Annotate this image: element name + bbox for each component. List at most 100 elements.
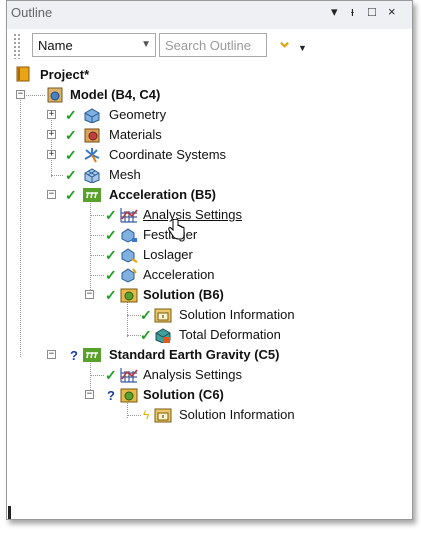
collapse-toggle[interactable]: − <box>85 390 94 399</box>
model-icon <box>47 87 63 103</box>
toolbar-grip[interactable] <box>13 33 21 59</box>
static-structural-icon <box>83 348 101 362</box>
tree-row-acceleration[interactable]: ✓ Acceleration <box>7 265 407 285</box>
outline-toolbar: Name ▼ Search Outline ⌄ ▼ <box>7 29 412 65</box>
tree-line <box>127 335 141 337</box>
tree-row-solution-information-b6[interactable]: ✓ Solution Information <box>7 305 407 325</box>
check-icon: ✓ <box>65 187 77 203</box>
panel-titlebar: Outline ▾ ᵻ □ × <box>7 1 412 29</box>
tree-line <box>127 415 141 417</box>
dropdown-arrow-button[interactable]: ▾ <box>331 4 338 20</box>
question-icon: ? <box>70 348 78 363</box>
tree-row-mesh[interactable]: ✓ Mesh <box>7 165 407 185</box>
search-input[interactable]: Search Outline <box>159 33 267 57</box>
tree-row-acceleration-b5[interactable]: − ✓ Acceleration (B5) <box>7 185 407 205</box>
tree-row-geometry[interactable]: + ✓ Geometry <box>7 105 407 125</box>
tree-label-loslager: Loslager <box>143 247 193 262</box>
check-icon: ✓ <box>65 147 77 163</box>
collapse-toggle[interactable]: − <box>47 350 56 359</box>
outline-panel: Outline ▾ ᵻ □ × Name ▼ Search Outline ⌄ … <box>6 0 413 520</box>
solution-icon <box>120 388 138 403</box>
solution-icon <box>120 288 138 303</box>
static-structural-icon <box>83 188 101 202</box>
tree-label-solution-information-c6: Solution Information <box>179 407 295 422</box>
collapse-toggle[interactable]: − <box>16 90 25 99</box>
outline-tree: Project* − Model (B4, C4) + ✓ Geometry +… <box>7 65 412 519</box>
solution-information-icon <box>154 308 172 323</box>
tree-label-standard-earth-gravity: Standard Earth Gravity (C5) <box>109 347 280 362</box>
check-icon: ✓ <box>65 127 77 143</box>
tree-label-coordinate-systems: Coordinate Systems <box>109 147 227 162</box>
tree-line <box>90 235 104 237</box>
maximize-button[interactable]: □ <box>368 4 376 19</box>
search-placeholder: Search Outline <box>165 38 251 53</box>
expand-toggle[interactable]: + <box>47 150 56 159</box>
check-icon: ✓ <box>140 327 152 343</box>
close-button[interactable]: × <box>388 4 396 19</box>
check-icon: ✓ <box>105 227 117 243</box>
check-icon: ✓ <box>65 167 77 183</box>
check-icon: ✓ <box>140 307 152 323</box>
mesh-icon <box>84 168 100 183</box>
tree-row-analysis-settings-c5[interactable]: ✓ Analysis Settings <box>7 365 407 385</box>
resize-handle[interactable] <box>8 506 11 519</box>
tree-row-project[interactable]: Project* <box>7 65 407 85</box>
tree-row-solution-c6[interactable]: − ? Solution (C6) <box>7 385 407 405</box>
panel-title: Outline <box>11 5 53 20</box>
collapse-toggle[interactable]: − <box>85 290 94 299</box>
expand-options-icon[interactable]: ⌄ <box>277 31 292 52</box>
tree-row-model[interactable]: − Model (B4, C4) <box>7 85 407 105</box>
check-icon: ✓ <box>105 247 117 263</box>
tree-label-solution-b6: Solution (B6) <box>143 287 224 302</box>
tree-label-acceleration: Acceleration <box>143 267 215 282</box>
tree-label-acceleration-b5: Acceleration (B5) <box>109 187 216 202</box>
question-icon: ? <box>107 388 115 403</box>
support-icon <box>121 248 138 263</box>
analysis-settings-icon <box>120 368 138 383</box>
tree-row-loslager[interactable]: ✓ Loslager <box>7 245 407 265</box>
tree-row-total-deformation[interactable]: ✓ Total Deformation <box>7 325 407 345</box>
pin-button[interactable]: ᵻ <box>351 4 354 19</box>
tree-label-solution-information-b6: Solution Information <box>179 307 295 322</box>
tree-label-geometry: Geometry <box>109 107 167 122</box>
tree-label-analysis-settings-b5: Analysis Settings <box>143 207 242 222</box>
geometry-icon <box>84 108 100 123</box>
options-dropdown-icon[interactable]: ▼ <box>298 43 307 53</box>
solution-information-icon <box>154 408 172 423</box>
tree-label-project: Project* <box>40 67 90 82</box>
check-icon: ✓ <box>105 207 117 223</box>
tree-row-solution-b6[interactable]: − ✓ Solution (B6) <box>7 285 407 305</box>
check-icon: ✓ <box>105 267 117 283</box>
hand-cursor-icon <box>168 219 185 240</box>
check-icon: ✓ <box>105 287 117 303</box>
tree-row-coordinate-systems[interactable]: + ✓ Coordinate Systems <box>7 145 407 165</box>
tree-label-materials: Materials <box>109 127 162 142</box>
chevron-down-icon: ▼ <box>141 39 151 50</box>
tree-line <box>90 215 104 217</box>
materials-icon <box>84 128 100 143</box>
sort-select[interactable]: Name ▼ <box>32 33 156 57</box>
tree-label-solution-c6: Solution (C6) <box>143 387 224 402</box>
collapse-toggle[interactable]: − <box>47 190 56 199</box>
tree-line <box>90 375 104 377</box>
tree-line <box>90 255 104 257</box>
total-deformation-icon <box>155 328 171 343</box>
book-icon <box>16 66 30 82</box>
tree-row-festlager[interactable]: ✓ Festlager <box>7 225 407 245</box>
tree-row-standard-earth-gravity[interactable]: − ? Standard Earth Gravity (C5) <box>7 345 407 365</box>
lightning-icon: ϟ <box>143 408 150 422</box>
tree-line <box>127 315 141 317</box>
expand-toggle[interactable]: + <box>47 110 56 119</box>
acceleration-icon <box>121 268 137 283</box>
tree-label-mesh: Mesh <box>109 167 141 182</box>
tree-row-materials[interactable]: + ✓ Materials <box>7 125 407 145</box>
expand-toggle[interactable]: + <box>47 130 56 139</box>
tree-row-analysis-settings-b5[interactable]: ✓ Analysis Settings <box>7 205 407 225</box>
tree-line <box>90 275 104 277</box>
check-icon: ✓ <box>65 107 77 123</box>
tree-line <box>51 175 63 177</box>
tree-row-solution-information-c6[interactable]: ϟ Solution Information <box>7 405 407 425</box>
tree-line <box>26 95 45 97</box>
tree-label-analysis-settings-c5: Analysis Settings <box>143 367 242 382</box>
analysis-settings-icon <box>120 208 138 223</box>
